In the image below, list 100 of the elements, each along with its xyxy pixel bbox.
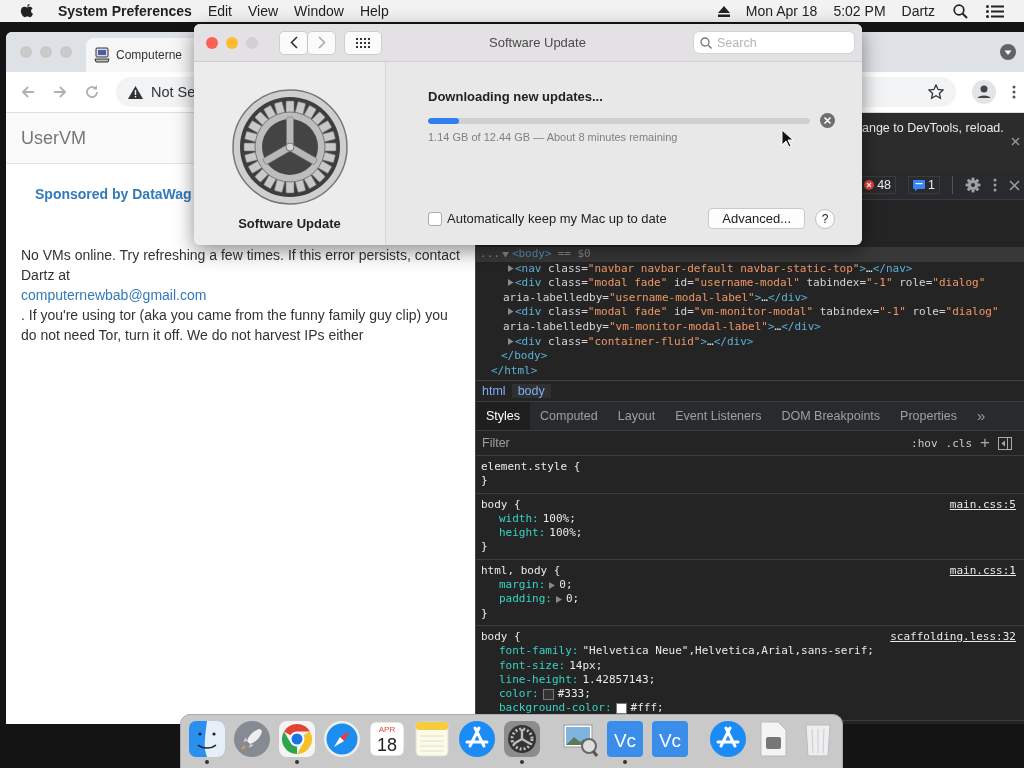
- css-declaration[interactable]: color: #333;: [481, 687, 591, 702]
- menu-item[interactable]: View: [248, 3, 279, 19]
- help-button[interactable]: ?: [815, 208, 835, 229]
- dom-node[interactable]: <nav class="navbar navbar-default navbar-static-top">…</nav>: [476, 261, 1024, 277]
- panel-tab[interactable]: Styles: [476, 402, 531, 430]
- css-declaration[interactable]: font-size: 14px;: [481, 658, 603, 673]
- css-selector: html, body {: [481, 563, 561, 579]
- chevron-right-icon: [317, 36, 326, 49]
- css-declaration[interactable]: padding: 0;: [481, 592, 580, 607]
- more-tabs-button[interactable]: »: [967, 402, 996, 430]
- menu-item[interactable]: Window: [294, 3, 344, 19]
- dom-closing-tag: </html>: [476, 363, 1024, 379]
- css-declaration[interactable]: height: 100%;: [481, 526, 583, 541]
- panel-tab[interactable]: Event Listeners: [665, 402, 772, 430]
- css-declaration[interactable]: width: 100%;: [481, 511, 576, 527]
- cancel-icon[interactable]: [820, 113, 835, 128]
- source-link[interactable]: main.css:1: [949, 563, 1016, 579]
- css-selector: element.style {: [481, 460, 581, 475]
- show-all-button[interactable]: [345, 31, 381, 54]
- app-store-icon[interactable]: [708, 719, 748, 759]
- expand-arrow-icon[interactable]: [501, 250, 509, 258]
- chevron-left-icon: [289, 36, 298, 49]
- source-link[interactable]: main.css:5: [949, 497, 1016, 512]
- advanced-button[interactable]: Advanced...: [708, 208, 805, 229]
- color-swatch[interactable]: [615, 703, 627, 715]
- email-link[interactable]: computernewbab@gmail.com: [21, 285, 461, 305]
- menu-icon[interactable]: [986, 4, 1004, 18]
- expand-arrow-icon[interactable]: [507, 308, 514, 316]
- dom-node[interactable]: <div class="container-fluid">…</div>: [476, 334, 1024, 350]
- sidebar-toggle-icon[interactable]: [998, 436, 1012, 450]
- panel-tab[interactable]: Properties: [890, 402, 968, 430]
- compass-icon[interactable]: [322, 719, 362, 759]
- css-selector: body {: [481, 629, 521, 645]
- tab-search-icon[interactable]: [1000, 44, 1016, 60]
- css-declaration[interactable]: background-color: #fff;: [481, 701, 664, 716]
- gear-icon[interactable]: [502, 719, 542, 759]
- menu-item[interactable]: Help: [359, 3, 389, 19]
- style-toggle[interactable]: :hov: [911, 436, 938, 450]
- warning-icon: [128, 85, 143, 99]
- site-brand[interactable]: UserVM: [21, 127, 86, 149]
- checkbox-label[interactable]: Automatically keep my Mac up to date: [447, 211, 667, 226]
- style-toggle[interactable]: .cls: [945, 436, 973, 450]
- close-icon[interactable]: [1009, 179, 1020, 191]
- rule-closing-brace: }: [481, 540, 489, 555]
- menu-time[interactable]: 5:02 PM: [833, 3, 886, 19]
- app-menu[interactable]: System Preferences: [58, 3, 192, 19]
- rule-closing-brace: }: [481, 606, 489, 621]
- chrome-icon[interactable]: [277, 719, 317, 759]
- more-icon[interactable]: [1012, 85, 1016, 99]
- breadcrumb[interactable]: html: [476, 384, 512, 398]
- sponsor-text: Sponsored by DataWag: [34, 185, 193, 202]
- expand-arrow-icon[interactable]: [507, 264, 514, 272]
- gear-icon: [231, 89, 348, 205]
- rule-closing-brace: }: [481, 474, 489, 489]
- panel-tab[interactable]: Layout: [607, 402, 666, 430]
- new-rule-button[interactable]: +: [980, 433, 990, 453]
- breadcrumb[interactable]: body: [511, 384, 551, 398]
- source-link[interactable]: scaffolding.less:32: [890, 629, 1016, 645]
- color-swatch[interactable]: [542, 688, 554, 700]
- grid-icon: [356, 37, 370, 48]
- notice-text: ange to DevTools, reload.: [862, 121, 1004, 135]
- expand-arrow-icon[interactable]: [507, 279, 514, 287]
- dom-closing-tag: </body>: [476, 349, 1024, 364]
- profile-avatar[interactable]: [972, 80, 996, 104]
- css-declaration[interactable]: line-height: 1.42857143;: [481, 672, 656, 688]
- progress-detail: 1.14 GB of 12.44 GB — About 8 minutes remaining: [428, 131, 678, 143]
- panel-tab[interactable]: DOM Breakpoints: [771, 402, 891, 430]
- settings-icon[interactable]: [965, 177, 981, 193]
- css-declaration[interactable]: margin: 0;: [481, 578, 573, 593]
- dom-node[interactable]: <div class="modal fade" id="vm-monitor-modal" tabindex="-1" role="dialog" aria-labelledby="vm-monitor-modal-label">…</div>: [476, 305, 1024, 335]
- css-declaration[interactable]: font-family: "Helvetica Neue",Helvetica,Arial,sans-serif;: [481, 644, 874, 659]
- app-store-icon[interactable]: [457, 719, 497, 759]
- back-button[interactable]: [280, 31, 307, 54]
- finder-icon[interactable]: [187, 719, 227, 759]
- user-name[interactable]: Dartz: [901, 3, 935, 19]
- pane-label: Software Update: [238, 216, 341, 231]
- dom-node[interactable]: <div class="modal fade" id="username-modal" tabindex="-1" role="dialog" aria-labelledby="username-modal-label">…</div>: [476, 276, 1024, 306]
- menu-item[interactable]: Edit: [207, 3, 232, 19]
- star-icon[interactable]: [928, 84, 944, 100]
- rocket-icon[interactable]: [232, 719, 272, 759]
- error-icon: [864, 180, 875, 190]
- filter-field[interactable]: Filter: [476, 435, 904, 451]
- close-icon[interactable]: [1011, 137, 1020, 146]
- message-icon: [913, 179, 926, 191]
- expand-arrow-icon[interactable]: [507, 337, 514, 345]
- search-icon[interactable]: [953, 3, 968, 19]
- calendar-icon[interactable]: APR 18: [367, 719, 407, 759]
- status-text: Downloading new updates...: [428, 89, 604, 104]
- more-icon[interactable]: [993, 178, 997, 192]
- panel-tab[interactable]: Computed: [530, 402, 608, 430]
- pointer-icon: [781, 129, 793, 148]
- computer-icon: [94, 47, 110, 63]
- expand-arrow-icon[interactable]: [549, 581, 556, 589]
- search-field[interactable]: Search: [694, 32, 854, 53]
- window-title: Software Update: [489, 35, 586, 50]
- expand-arrow-icon[interactable]: [556, 596, 562, 603]
- auto-update-checkbox[interactable]: [428, 211, 442, 226]
- menu-date[interactable]: Mon Apr 18: [745, 3, 818, 19]
- message-count[interactable]: 1: [908, 176, 940, 194]
- apple-icon[interactable]: [20, 3, 34, 19]
